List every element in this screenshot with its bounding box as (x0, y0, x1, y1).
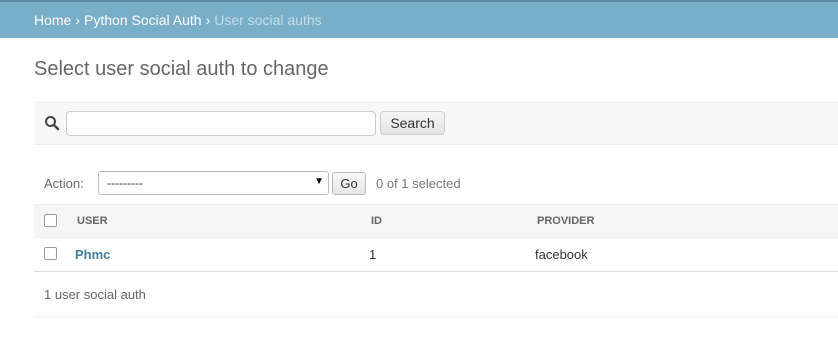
breadcrumb-current: User social auths (214, 12, 322, 28)
action-label: Action: (44, 176, 84, 191)
go-button[interactable]: Go (332, 172, 366, 195)
row-checkbox[interactable] (44, 247, 57, 260)
column-header-provider[interactable]: PROVIDER (537, 215, 594, 227)
breadcrumb: Home › Python Social Auth › User social auth… (0, 0, 838, 38)
table-header: USER ID PROVIDER (34, 204, 838, 238)
results-table: USER ID PROVIDER Phmc 1 facebook (34, 204, 838, 272)
search-toolbar: Search (34, 102, 838, 145)
select-all-checkbox[interactable] (44, 214, 57, 227)
selection-count: 0 of 1 selected (376, 176, 461, 191)
user-link[interactable]: Phmc (75, 247, 110, 262)
table-row: Phmc 1 facebook (34, 238, 838, 272)
paginator: 1 user social auth (34, 273, 838, 317)
row-id: 1 (369, 247, 377, 262)
search-button[interactable]: Search (380, 111, 445, 135)
column-header-user[interactable]: USER (77, 215, 108, 227)
breadcrumb-separator: › (75, 12, 81, 28)
breadcrumb-app-link[interactable]: Python Social Auth (84, 12, 202, 28)
action-select[interactable]: --------- ▼ (98, 171, 329, 195)
row-provider: facebook (535, 247, 588, 262)
breadcrumb-home-link[interactable]: Home (34, 12, 71, 28)
action-select-value: --------- (107, 176, 143, 190)
search-input[interactable] (66, 111, 376, 136)
search-icon (45, 116, 60, 131)
page-title: Select user social auth to change (34, 58, 329, 80)
breadcrumb-separator: › (205, 12, 211, 28)
chevron-down-icon: ▼ (314, 176, 324, 187)
column-header-id[interactable]: ID (371, 215, 382, 227)
action-bar: Action: --------- ▼ Go 0 of 1 selected (34, 166, 838, 204)
